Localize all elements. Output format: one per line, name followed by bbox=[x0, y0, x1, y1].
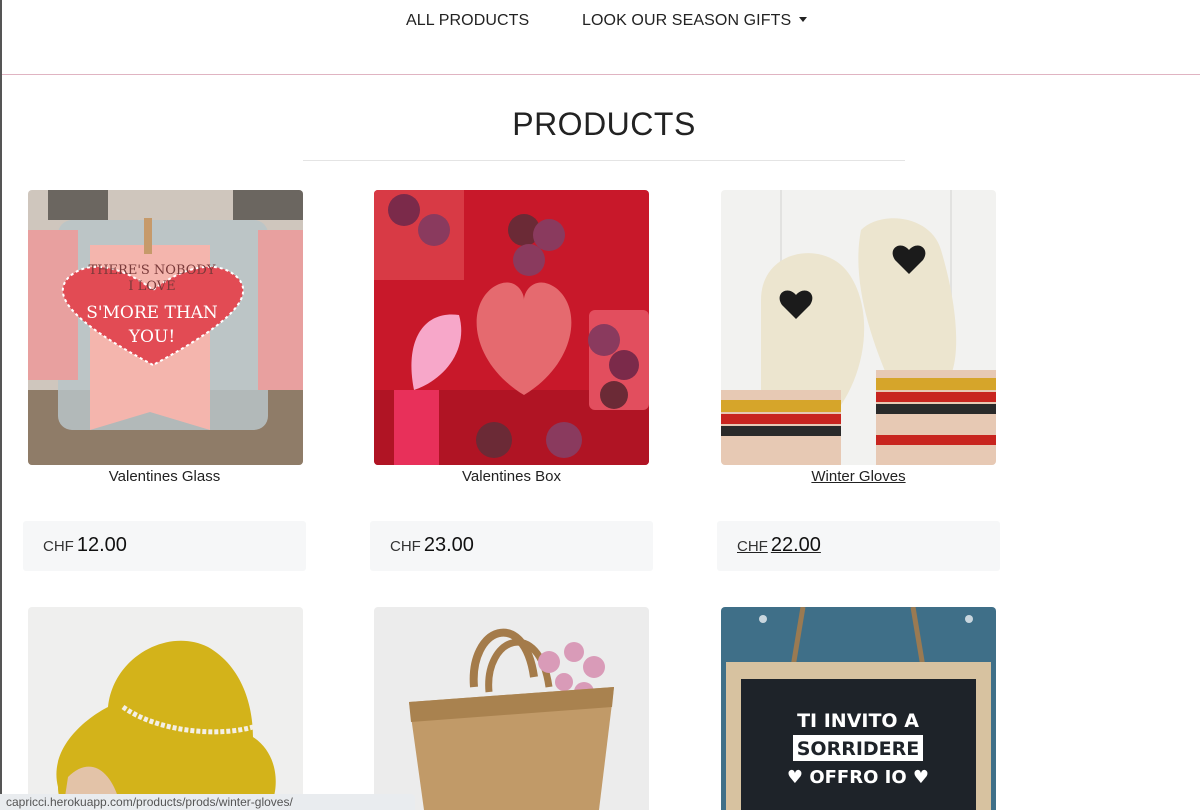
price-currency: CHF bbox=[737, 538, 768, 555]
price-currency: CHF bbox=[390, 538, 421, 555]
product-image-yellow-hat[interactable] bbox=[28, 607, 303, 810]
top-navbar: ALL PRODUCTS LOOK OUR SEASON GIFTS bbox=[2, 0, 1200, 75]
price-currency: CHF bbox=[43, 538, 74, 555]
product-image-straw-basket[interactable] bbox=[374, 607, 649, 810]
product-name[interactable]: Valentines Box bbox=[374, 468, 649, 485]
product-image-winter-gloves[interactable] bbox=[721, 190, 996, 465]
product-image-valentines-box[interactable] bbox=[374, 190, 649, 465]
nav-season-gifts-label: LOOK OUR SEASON GIFTS bbox=[582, 12, 792, 29]
product-image-chalk-sign[interactable]: TI INVITO A SORRIDERE ♥ OFFRO IO ♥ bbox=[721, 607, 996, 810]
image-text-line: SORRIDERE bbox=[797, 738, 920, 760]
image-text-line: I LOVE bbox=[128, 279, 175, 294]
product-name[interactable]: Valentines Glass bbox=[27, 468, 302, 485]
product-name[interactable]: Winter Gloves bbox=[721, 468, 996, 485]
price-amount: 12.00 bbox=[76, 534, 127, 556]
page-title: PRODUCTS bbox=[512, 106, 696, 142]
product-image-valentines-glass[interactable]: THERE'S NOBODY I LOVE S'MORE THAN YOU! bbox=[28, 190, 303, 465]
caret-down-icon bbox=[799, 17, 808, 22]
nav-all-products-link[interactable]: ALL PRODUCTS bbox=[406, 12, 529, 30]
image-text-line: THERE'S NOBODY bbox=[89, 263, 216, 278]
product-price-box: CHF 23.00 bbox=[370, 521, 653, 571]
product-price-box: CHF 22.00 bbox=[717, 521, 1000, 571]
link-status-bar: capricci.herokuapp.com/products/prods/wi… bbox=[0, 794, 415, 810]
title-divider bbox=[303, 160, 905, 161]
image-text-line: TI INVITO A bbox=[797, 710, 919, 732]
product-price: CHF 12.00 bbox=[43, 534, 127, 557]
price-amount: 22.00 bbox=[770, 534, 821, 556]
product-price: CHF 23.00 bbox=[390, 534, 474, 557]
product-price-box: CHF 12.00 bbox=[23, 521, 306, 571]
price-amount: 23.00 bbox=[423, 534, 474, 556]
image-text-line: YOU! bbox=[128, 327, 175, 347]
image-text-line: S'MORE THAN bbox=[86, 303, 218, 323]
nav-season-gifts-dropdown[interactable]: LOOK OUR SEASON GIFTS bbox=[582, 12, 808, 30]
product-price[interactable]: CHF 22.00 bbox=[737, 534, 821, 557]
image-text-line: ♥ OFFRO IO ♥ bbox=[787, 767, 929, 788]
